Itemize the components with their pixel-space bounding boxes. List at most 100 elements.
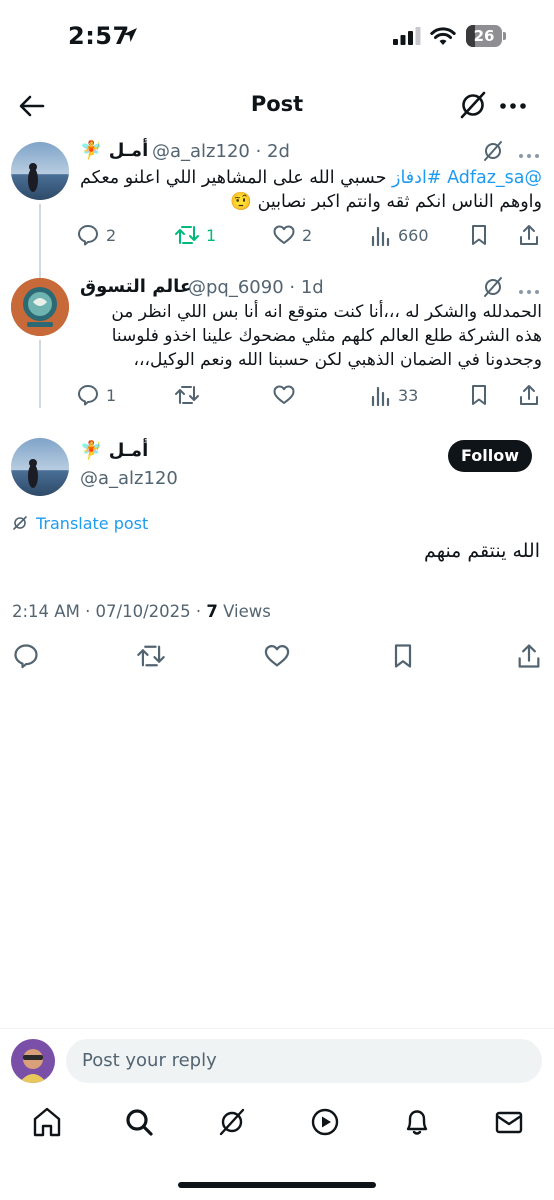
- repost-button[interactable]: 1: [174, 222, 216, 248]
- nav-notifications[interactable]: [402, 1106, 432, 1138]
- views-button[interactable]: 660: [370, 222, 429, 248]
- thread-tweet[interactable]: 🧚 أمـل @a_alz120 · 2d @Adfaz_sa #ادفاز ح…: [0, 138, 554, 322]
- emoji: 🤨: [230, 192, 252, 212]
- reply-input[interactable]: Post your reply: [66, 1039, 542, 1083]
- nav-home[interactable]: [32, 1106, 62, 1138]
- grok-icon: [460, 91, 486, 119]
- heart-icon: [273, 385, 295, 404]
- translate-post-link[interactable]: Translate post: [12, 512, 148, 534]
- nav-search[interactable]: [124, 1106, 154, 1138]
- grok-icon: [13, 516, 27, 530]
- main-post-handle[interactable]: @a_alz120: [80, 468, 178, 489]
- bookmark-button[interactable]: [390, 642, 418, 670]
- bookmark-icon: [472, 385, 486, 405]
- like-count: 2: [302, 225, 313, 245]
- heart-icon: [264, 644, 290, 667]
- repost-button[interactable]: [136, 642, 165, 670]
- my-avatar[interactable]: [11, 1039, 55, 1083]
- home-indicator: [178, 1182, 376, 1188]
- nav-grok[interactable]: [217, 1106, 247, 1138]
- thread-line: [39, 340, 41, 408]
- share-icon: [518, 644, 540, 668]
- more-icon[interactable]: [518, 282, 540, 294]
- reply-button[interactable]: [12, 642, 40, 670]
- tweet-header: عالم التسوق @pq_6090 · 1d: [80, 276, 540, 302]
- like-button[interactable]: [263, 642, 291, 670]
- post-timestamp: 2:14 AM · 07/10/2025 · 7 Views: [12, 602, 271, 621]
- share-button[interactable]: [516, 642, 544, 670]
- bottom-nav: [0, 1106, 554, 1146]
- main-post-actions: [0, 642, 554, 670]
- divider: [0, 1028, 554, 1029]
- reply-button[interactable]: 1: [76, 382, 116, 408]
- follow-button[interactable]: Follow: [448, 440, 532, 472]
- battery-indicator: 26: [466, 25, 506, 47]
- main-post-display-name[interactable]: 🧚 أمـل: [80, 440, 148, 461]
- repost-icon: [175, 226, 199, 244]
- heart-icon: [273, 225, 295, 244]
- more-icon[interactable]: [518, 146, 540, 158]
- share-icon: [520, 225, 538, 245]
- grok-button[interactable]: [458, 90, 488, 120]
- wifi-icon: [430, 26, 456, 50]
- post-header: Post: [0, 80, 554, 130]
- reply-placeholder: Post your reply: [82, 1050, 217, 1071]
- thread-tweet[interactable]: عالم التسوق @pq_6090 · 1d الحمدلله والشك…: [0, 274, 554, 414]
- handle-and-time: @a_alz120 · 2d: [152, 141, 290, 162]
- notifications-icon: [406, 1110, 428, 1135]
- hashtag-link[interactable]: #ادفاز: [392, 168, 441, 188]
- avatar[interactable]: [11, 278, 69, 336]
- cellular-signal-icon: [393, 27, 421, 49]
- share-icon: [520, 385, 538, 405]
- analytics-icon: [371, 226, 390, 246]
- main-post-text: الله ينتقم منهم: [424, 540, 540, 562]
- handle-and-time: @pq_6090 · 1d: [188, 277, 324, 298]
- share-button[interactable]: [518, 222, 540, 248]
- more-options-button[interactable]: [498, 94, 528, 118]
- battery-cap: [503, 32, 506, 40]
- name-emoji: 🧚: [80, 440, 103, 461]
- status-time: 2:57: [68, 22, 130, 50]
- grok-icon[interactable]: [482, 140, 504, 162]
- display-name[interactable]: عالم التسوق: [80, 276, 192, 297]
- status-bar: 2:57 26: [0, 0, 554, 76]
- share-button[interactable]: [518, 382, 540, 408]
- tweet-text: @Adfaz_sa #ادفاز حسبي الله على المشاهير …: [80, 168, 542, 212]
- bookmark-button[interactable]: [468, 222, 490, 248]
- repost-icon: [137, 645, 165, 667]
- nav-video[interactable]: [310, 1106, 340, 1138]
- like-button[interactable]: [272, 382, 296, 408]
- grok-icon[interactable]: [482, 276, 504, 298]
- view-count: 660: [398, 225, 429, 245]
- reply-count: 2: [106, 225, 117, 245]
- views-count: 7: [206, 602, 218, 621]
- name-emoji: 🧚: [80, 140, 103, 161]
- reply-button[interactable]: 2: [76, 222, 116, 248]
- reply-count: 1: [106, 385, 117, 405]
- bookmark-icon: [472, 225, 486, 245]
- reply-icon: [78, 225, 98, 246]
- like-button[interactable]: 2: [272, 222, 312, 248]
- bookmark-icon: [394, 644, 412, 668]
- repost-button[interactable]: [174, 382, 200, 408]
- display-name[interactable]: 🧚 أمـل: [80, 140, 148, 161]
- bookmark-button[interactable]: [468, 382, 490, 408]
- battery-level: 26: [473, 27, 495, 45]
- reply-icon: [14, 644, 38, 669]
- tweet-text: الحمدلله والشكر له ،،،أنا كنت متوقع انه …: [111, 302, 542, 370]
- avatar[interactable]: [11, 142, 69, 200]
- main-post-avatar[interactable]: [11, 438, 69, 496]
- repost-count: 1: [206, 225, 217, 245]
- views-button[interactable]: 33: [370, 382, 418, 408]
- tweet-actions: 2 1 2 660: [76, 222, 544, 248]
- location-arrow-icon: [122, 27, 138, 47]
- video-icon: [311, 1108, 339, 1136]
- nav-messages[interactable]: [494, 1106, 524, 1138]
- mention-link[interactable]: @Adfaz_sa: [447, 168, 542, 188]
- translate-label: Translate post: [36, 513, 149, 533]
- tweet-header: 🧚 أمـل @a_alz120 · 2d: [80, 140, 540, 166]
- grok-icon: [219, 1108, 245, 1136]
- tweet-actions: 1 33: [76, 382, 544, 408]
- reply-icon: [78, 385, 98, 406]
- home-icon: [33, 1107, 61, 1137]
